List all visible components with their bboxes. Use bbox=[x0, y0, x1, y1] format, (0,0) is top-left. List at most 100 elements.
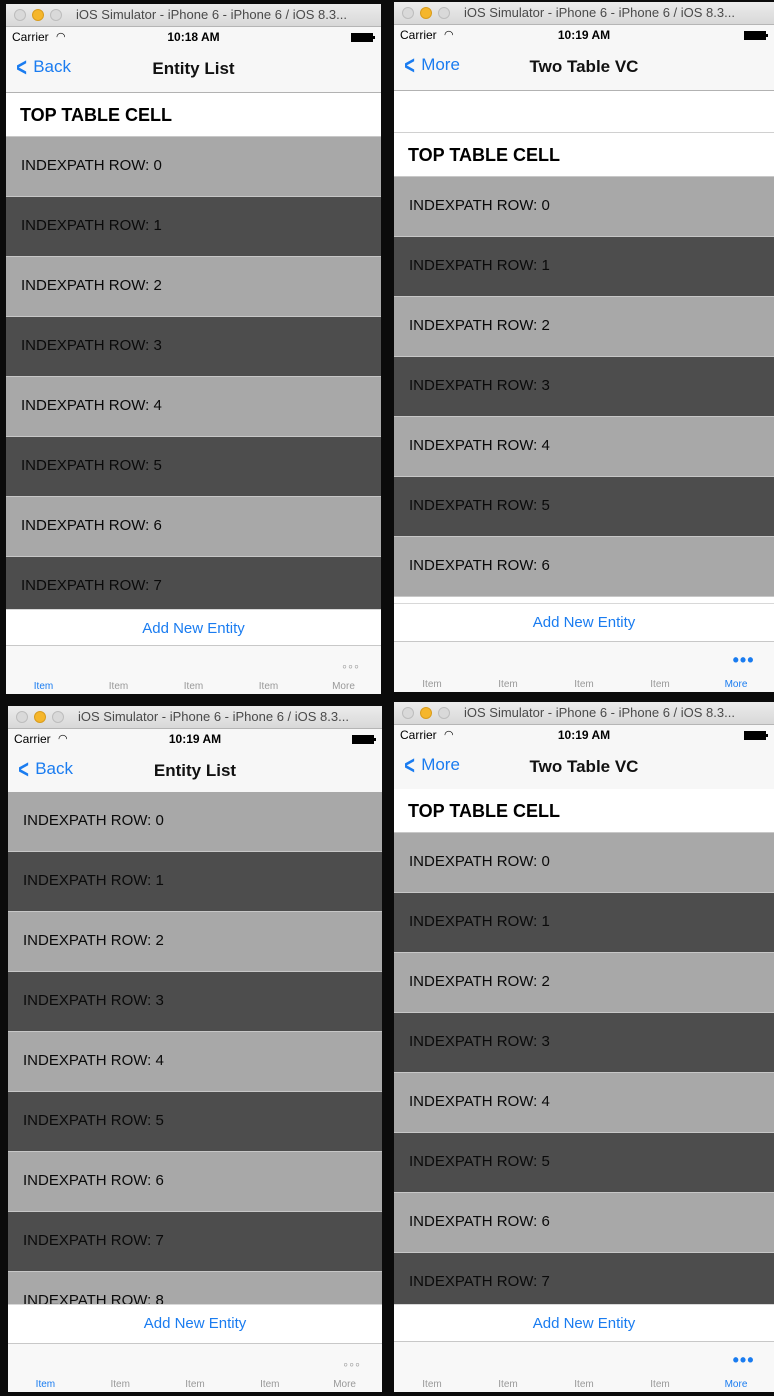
more-ellipsis-icon: ••• bbox=[732, 650, 755, 670]
table-row[interactable]: INDEXPATH ROW: 6 bbox=[8, 1152, 382, 1212]
table-row[interactable]: INDEXPATH ROW: 2 bbox=[6, 257, 381, 317]
tab-more[interactable]: More bbox=[307, 1379, 382, 1390]
table-view[interactable]: INDEXPATH ROW: 0 INDEXPATH ROW: 1 INDEXPAT… bbox=[6, 137, 381, 609]
tab-more[interactable]: More bbox=[698, 679, 774, 690]
table-row-label: INDEXPATH ROW: 1 bbox=[23, 872, 164, 889]
table-row[interactable]: INDEXPATH ROW: 4 bbox=[394, 417, 774, 477]
table-view[interactable]: INDEXPATH ROW: 0 INDEXPATH ROW: 1 INDEXPAT… bbox=[394, 833, 774, 1304]
navigation-bar: < Back Entity List bbox=[6, 47, 381, 93]
table-row[interactable]: INDEXPATH ROW: 7 bbox=[8, 1212, 382, 1272]
table-row[interactable]: INDEXPATH ROW: 7 bbox=[394, 1253, 774, 1304]
minimize-window-button[interactable] bbox=[420, 707, 432, 719]
tab-item-1[interactable]: Item bbox=[394, 679, 470, 690]
top-cell-label: TOP TABLE CELL bbox=[20, 105, 173, 125]
table-row-label: INDEXPATH ROW: 4 bbox=[21, 397, 162, 414]
status-bar: Carrier ◠ 10:19 AM bbox=[394, 725, 774, 745]
zoom-window-button[interactable] bbox=[52, 711, 64, 723]
tab-item-1[interactable]: Item bbox=[6, 681, 81, 692]
table-row[interactable]: INDEXPATH ROW: 0 bbox=[394, 177, 774, 237]
table-row-label: INDEXPATH ROW: 1 bbox=[409, 913, 550, 930]
table-row[interactable]: INDEXPATH ROW: 3 bbox=[394, 357, 774, 417]
table-row[interactable]: INDEXPATH ROW: 4 bbox=[8, 1032, 382, 1092]
minimize-window-button[interactable] bbox=[32, 9, 44, 21]
top-table-cell[interactable]: TOP TABLE CELL bbox=[394, 133, 774, 177]
close-window-button[interactable] bbox=[402, 7, 414, 19]
table-row[interactable]: INDEXPATH ROW: 5 bbox=[8, 1092, 382, 1152]
table-row[interactable]: INDEXPATH ROW: 2 bbox=[394, 953, 774, 1013]
zoom-window-button[interactable] bbox=[50, 9, 62, 21]
top-table-cell[interactable]: TOP TABLE CELL bbox=[394, 789, 774, 833]
table-row[interactable]: INDEXPATH ROW: 4 bbox=[6, 377, 381, 437]
minimize-window-button[interactable] bbox=[34, 711, 46, 723]
table-row[interactable]: INDEXPATH ROW: 0 bbox=[394, 833, 774, 893]
tab-item-3[interactable]: Item bbox=[158, 1379, 233, 1390]
table-row[interactable]: INDEXPATH ROW: 4 bbox=[394, 1073, 774, 1133]
add-new-entity-button[interactable]: Add New Entity bbox=[8, 1304, 382, 1342]
close-window-button[interactable] bbox=[14, 9, 26, 21]
tab-item-4[interactable]: Item bbox=[232, 1379, 307, 1390]
table-row[interactable]: INDEXPATH ROW: 7 bbox=[6, 557, 381, 609]
table-row[interactable]: INDEXPATH ROW: 1 bbox=[394, 237, 774, 297]
table-row-label: INDEXPATH ROW: 3 bbox=[23, 992, 164, 1009]
table-row-label: INDEXPATH ROW: 3 bbox=[409, 377, 550, 394]
zoom-window-button[interactable] bbox=[438, 7, 450, 19]
top-cell-label: TOP TABLE CELL bbox=[408, 145, 561, 165]
table-row[interactable]: INDEXPATH ROW: 1 bbox=[8, 852, 382, 912]
tab-bar: Item Item Item Item More ◦◦◦ bbox=[8, 1343, 382, 1392]
table-row-label: INDEXPATH ROW: 3 bbox=[21, 337, 162, 354]
table-row[interactable]: INDEXPATH ROW: 2 bbox=[394, 297, 774, 357]
table-view[interactable]: INDEXPATH ROW: 0 INDEXPATH ROW: 1 INDEXPAT… bbox=[394, 177, 774, 602]
table-row-label: INDEXPATH ROW: 2 bbox=[409, 973, 550, 990]
tab-more[interactable]: More bbox=[306, 681, 381, 692]
tab-item-2[interactable]: Item bbox=[470, 1379, 546, 1390]
table-view[interactable]: INDEXPATH ROW: 0 INDEXPATH ROW: 1 INDEXPAT… bbox=[8, 792, 382, 1304]
table-row[interactable]: INDEXPATH ROW: 2 bbox=[8, 912, 382, 972]
status-time: 10:19 AM bbox=[557, 728, 611, 742]
table-row[interactable]: INDEXPATH ROW: 6 bbox=[394, 537, 774, 597]
top-table-cell[interactable]: TOP TABLE CELL bbox=[6, 93, 381, 137]
tab-item-2[interactable]: Item bbox=[81, 681, 156, 692]
table-row[interactable]: INDEXPATH ROW: 5 bbox=[394, 477, 774, 537]
window-title: iOS Simulator - iPhone 6 - iPhone 6 / iO… bbox=[78, 709, 349, 724]
table-row[interactable]: INDEXPATH ROW: 3 bbox=[394, 1013, 774, 1073]
simulator-window-1: iOS Simulator - iPhone 6 - iPhone 6 / iO… bbox=[6, 4, 381, 694]
table-row[interactable]: INDEXPATH ROW: 6 bbox=[6, 497, 381, 557]
zoom-window-button[interactable] bbox=[438, 707, 450, 719]
add-new-entity-button[interactable]: Add New Entity bbox=[6, 609, 381, 647]
battery-icon bbox=[352, 735, 376, 744]
table-row[interactable]: INDEXPATH ROW: 0 bbox=[8, 792, 382, 852]
table-row[interactable]: INDEXPATH ROW: 0 bbox=[6, 137, 381, 197]
tab-item-4[interactable]: Item bbox=[622, 1379, 698, 1390]
tab-item-3[interactable]: Item bbox=[546, 679, 622, 690]
tab-item-1[interactable]: Item bbox=[394, 1379, 470, 1390]
add-new-entity-button[interactable]: Add New Entity bbox=[394, 603, 774, 641]
table-row-label: INDEXPATH ROW: 0 bbox=[409, 197, 550, 214]
table-row[interactable]: INDEXPATH ROW: 1 bbox=[6, 197, 381, 257]
tab-item-2[interactable]: Item bbox=[470, 679, 546, 690]
close-window-button[interactable] bbox=[16, 711, 28, 723]
status-time: 10:19 AM bbox=[168, 732, 222, 746]
table-row[interactable]: INDEXPATH ROW: 6 bbox=[394, 1193, 774, 1253]
table-row-label: INDEXPATH ROW: 2 bbox=[21, 277, 162, 294]
table-row[interactable]: INDEXPATH ROW: 5 bbox=[6, 437, 381, 497]
tab-item-1[interactable]: Item bbox=[8, 1379, 83, 1390]
table-row[interactable]: INDEXPATH ROW: 8 bbox=[8, 1272, 382, 1304]
minimize-window-button[interactable] bbox=[420, 7, 432, 19]
table-row[interactable]: INDEXPATH ROW: 3 bbox=[8, 972, 382, 1032]
table-row-label: INDEXPATH ROW: 2 bbox=[23, 932, 164, 949]
tab-more[interactable]: More bbox=[698, 1379, 774, 1390]
table-row[interactable]: INDEXPATH ROW: 1 bbox=[394, 893, 774, 953]
tab-item-4[interactable]: Item bbox=[231, 681, 306, 692]
table-row-label: INDEXPATH ROW: 7 bbox=[409, 1273, 550, 1290]
table-row[interactable]: INDEXPATH ROW: 3 bbox=[6, 317, 381, 377]
add-new-entity-button[interactable]: Add New Entity bbox=[394, 1304, 774, 1342]
tab-item-3[interactable]: Item bbox=[546, 1379, 622, 1390]
window-title: iOS Simulator - iPhone 6 - iPhone 6 / iO… bbox=[76, 7, 347, 22]
tab-item-2[interactable]: Item bbox=[83, 1379, 158, 1390]
add-new-entity-label: Add New Entity bbox=[142, 620, 245, 637]
window-titlebar: iOS Simulator - iPhone 6 - iPhone 6 / iO… bbox=[394, 2, 774, 25]
table-row[interactable]: INDEXPATH ROW: 5 bbox=[394, 1133, 774, 1193]
close-window-button[interactable] bbox=[402, 707, 414, 719]
tab-item-3[interactable]: Item bbox=[156, 681, 231, 692]
tab-item-4[interactable]: Item bbox=[622, 679, 698, 690]
